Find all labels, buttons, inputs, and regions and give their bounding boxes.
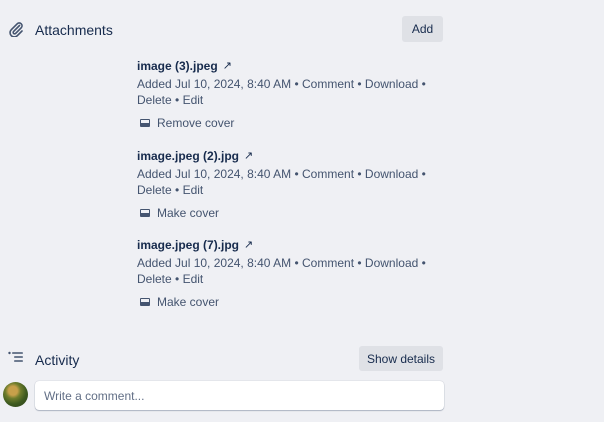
comment-link[interactable]: Comment bbox=[302, 77, 354, 91]
separator: • bbox=[175, 272, 180, 286]
attachments-title: Attachments bbox=[35, 22, 113, 38]
card-cover-icon bbox=[140, 119, 150, 127]
attachment-meta: Added Jul 10, 2024, 8:40 AM • Comment • … bbox=[137, 255, 427, 287]
cover-action-label: Make cover bbox=[157, 206, 220, 220]
attachment-added-date: Added Jul 10, 2024, 8:40 AM bbox=[137, 77, 292, 91]
attachment-added-date: Added Jul 10, 2024, 8:40 AM bbox=[137, 256, 292, 270]
separator: • bbox=[421, 167, 426, 181]
attachment-name-row[interactable]: image.jpeg (2).jpg ↗ bbox=[137, 148, 427, 164]
attachment-name-row[interactable]: image.jpeg (7).jpg ↗ bbox=[137, 237, 427, 253]
delete-link[interactable]: Delete bbox=[137, 93, 172, 107]
delete-link[interactable]: Delete bbox=[137, 272, 172, 286]
attachment-name[interactable]: image.jpeg (2).jpg bbox=[137, 148, 239, 164]
attachment-name[interactable]: image (3).jpeg bbox=[137, 58, 218, 74]
separator: • bbox=[421, 77, 426, 91]
make-cover-button[interactable]: Make cover bbox=[137, 293, 427, 311]
make-cover-button[interactable]: Make cover bbox=[137, 204, 427, 222]
attachment-name[interactable]: image.jpeg (7).jpg bbox=[137, 237, 239, 253]
external-link-icon[interactable]: ↗ bbox=[244, 237, 253, 253]
separator: • bbox=[294, 167, 299, 181]
external-link-icon[interactable]: ↗ bbox=[223, 58, 232, 74]
attachment-item: image (3).jpeg ↗ Added Jul 10, 2024, 8:4… bbox=[137, 58, 427, 132]
paperclip-icon bbox=[8, 21, 24, 38]
cover-action-label: Make cover bbox=[157, 295, 220, 309]
edit-link[interactable]: Edit bbox=[183, 272, 204, 286]
add-attachment-button[interactable]: Add bbox=[402, 16, 443, 42]
external-link-icon[interactable]: ↗ bbox=[244, 148, 253, 164]
activity-list-icon bbox=[8, 350, 24, 366]
attachments-header: Attachments Add bbox=[0, 15, 604, 43]
attachment-meta: Added Jul 10, 2024, 8:40 AM • Comment • … bbox=[137, 166, 427, 198]
separator: • bbox=[357, 167, 362, 181]
attachment-item: image.jpeg (2).jpg ↗ Added Jul 10, 2024,… bbox=[137, 148, 427, 222]
activity-title: Activity bbox=[35, 352, 80, 368]
edit-link[interactable]: Edit bbox=[183, 183, 204, 197]
download-link[interactable]: Download bbox=[365, 167, 418, 181]
comment-link[interactable]: Comment bbox=[302, 167, 354, 181]
separator: • bbox=[175, 183, 180, 197]
avatar[interactable] bbox=[3, 382, 28, 407]
separator: • bbox=[294, 256, 299, 270]
comment-input[interactable] bbox=[35, 381, 444, 410]
download-link[interactable]: Download bbox=[365, 256, 418, 270]
separator: • bbox=[357, 256, 362, 270]
remove-cover-button[interactable]: Remove cover bbox=[137, 114, 427, 132]
edit-link[interactable]: Edit bbox=[183, 93, 204, 107]
cover-action-label: Remove cover bbox=[157, 116, 235, 130]
separator: • bbox=[421, 256, 426, 270]
separator: • bbox=[294, 77, 299, 91]
show-details-button[interactable]: Show details bbox=[359, 346, 443, 371]
activity-header: Activity Show details bbox=[0, 345, 604, 373]
attachment-meta: Added Jul 10, 2024, 8:40 AM • Comment • … bbox=[137, 76, 427, 108]
separator: • bbox=[175, 93, 180, 107]
card-cover-icon bbox=[140, 298, 150, 306]
separator: • bbox=[357, 77, 362, 91]
attachment-added-date: Added Jul 10, 2024, 8:40 AM bbox=[137, 167, 292, 181]
card-cover-icon bbox=[140, 209, 150, 217]
download-link[interactable]: Download bbox=[365, 77, 418, 91]
delete-link[interactable]: Delete bbox=[137, 183, 172, 197]
attachment-name-row[interactable]: image (3).jpeg ↗ bbox=[137, 58, 427, 74]
comment-link[interactable]: Comment bbox=[302, 256, 354, 270]
attachment-item: image.jpeg (7).jpg ↗ Added Jul 10, 2024,… bbox=[137, 237, 427, 311]
